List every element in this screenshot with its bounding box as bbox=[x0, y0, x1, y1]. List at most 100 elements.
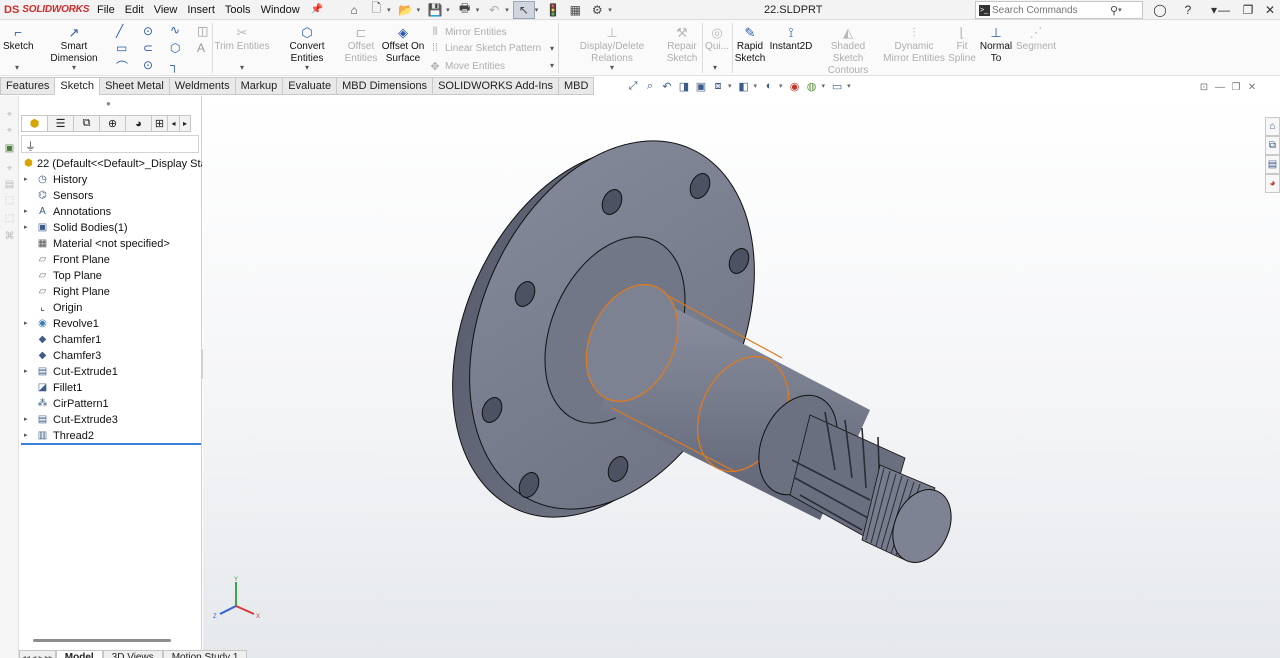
tree-filter-box[interactable]: ⏚ bbox=[21, 135, 199, 153]
viewport-restore-icon[interactable]: ❐ bbox=[1228, 82, 1244, 93]
strip-tool-icon[interactable]: ⌖ bbox=[3, 162, 16, 175]
tree-item-cut-extrude1[interactable]: ▸ ▤ Cut-Extrude1 bbox=[19, 364, 202, 380]
hide-show-items-icon[interactable]: ◐ bbox=[762, 79, 776, 93]
hide-show-dropdown-icon[interactable]: ▾ bbox=[779, 82, 783, 90]
close-icon[interactable]: ✕ bbox=[1258, 1, 1280, 19]
tab-mbd-dimensions[interactable]: MBD Dimensions bbox=[336, 77, 433, 95]
polygon-icon[interactable]: ⬡ bbox=[170, 41, 180, 55]
tree-item-thread2[interactable]: ▸ ▥ Thread2 bbox=[19, 428, 202, 444]
search-input[interactable] bbox=[992, 4, 1108, 16]
pattern-dropdown-icon[interactable]: ▾ bbox=[550, 44, 554, 53]
save-icon[interactable]: 💾 bbox=[424, 1, 446, 19]
convert-entities-button[interactable]: ⬡ Convert Entities bbox=[272, 22, 342, 65]
tab-solidworks-add-ins[interactable]: SOLIDWORKS Add-Ins bbox=[432, 77, 558, 95]
part-model-3d[interactable] bbox=[203, 96, 1280, 658]
segment-button[interactable]: ⋰ Segment bbox=[1015, 22, 1057, 53]
apply-scene-dropdown-icon[interactable]: ▾ bbox=[822, 82, 826, 90]
tab-evaluate[interactable]: Evaluate bbox=[282, 77, 337, 95]
strip-tool-icon[interactable]: ⌖ bbox=[3, 124, 16, 137]
smart-dimension-dropdown-icon[interactable]: ▾ bbox=[72, 63, 76, 72]
undo-dropdown-icon[interactable]: ▾ bbox=[505, 6, 509, 14]
tab-weldments[interactable]: Weldments bbox=[168, 77, 235, 95]
tree-item-history[interactable]: ▸ ◷ History bbox=[19, 172, 202, 188]
spline-icon[interactable]: ∿ bbox=[170, 23, 180, 37]
tree-item-cirpattern1[interactable]: ⁂ CirPattern1 bbox=[19, 396, 202, 412]
tree-item-cut-extrude3[interactable]: ▸ ▤ Cut-Extrude3 bbox=[19, 412, 202, 428]
menu-tools[interactable]: Tools bbox=[220, 4, 256, 16]
restore-icon[interactable]: ❐ bbox=[1236, 1, 1260, 19]
display-style-icon[interactable]: ◧ bbox=[737, 79, 751, 93]
options-icon[interactable]: ⚙ bbox=[586, 1, 608, 19]
new-dropdown-icon[interactable]: ▾ bbox=[387, 6, 391, 14]
strip-tool-icon[interactable]: ▣ bbox=[3, 142, 16, 155]
search-commands-box[interactable]: >_ ⚲ ▾ bbox=[975, 1, 1143, 19]
tree-item-revolve1[interactable]: ▸ ◉ Revolve1 bbox=[19, 316, 202, 332]
rebuild-icon[interactable]: 🚦 bbox=[542, 1, 564, 19]
sketch-dropdown-icon[interactable]: ▾ bbox=[15, 63, 19, 72]
tab-sketch[interactable]: Sketch bbox=[54, 77, 100, 95]
strip-tool-icon[interactable]: ⌖ bbox=[3, 108, 16, 121]
normal-to-button[interactable]: ⊥ Normal To bbox=[978, 22, 1014, 65]
expand-arrow-icon[interactable]: ▸ bbox=[24, 412, 28, 428]
centerline-icon[interactable]: ┐ bbox=[170, 58, 179, 72]
user-account-icon[interactable]: ◯ bbox=[1148, 1, 1172, 19]
menu-file[interactable]: File bbox=[92, 4, 120, 16]
smart-dimension-button[interactable]: ↗ Smart Dimension bbox=[37, 22, 111, 65]
dimxpert-manager-icon[interactable]: ⊕ bbox=[99, 115, 125, 132]
tree-item-front-plane[interactable]: ▱ Front Plane bbox=[19, 252, 202, 268]
trim-dropdown-icon[interactable]: ▾ bbox=[240, 63, 244, 72]
apply-scene-icon[interactable]: ◍ bbox=[805, 79, 819, 93]
options-dropdown-icon[interactable]: ▾ bbox=[608, 6, 612, 14]
edit-appearance-icon[interactable]: ◉ bbox=[788, 79, 802, 93]
relations-dropdown-icon[interactable]: ▾ bbox=[610, 63, 614, 72]
search-dropdown-icon[interactable]: ▾ bbox=[1118, 6, 1122, 14]
solidworks-logo[interactable]: DS SOLIDWORKS bbox=[0, 4, 92, 16]
strip-tool-icon[interactable]: ⬚ bbox=[3, 212, 16, 225]
shaded-sketch-contours-button[interactable]: ◭ Shaded Sketch Contours bbox=[816, 22, 880, 77]
view-orientation-dropdown-icon[interactable]: ▾ bbox=[728, 82, 732, 90]
featuremanager-tree-icon[interactable]: ⬢ bbox=[21, 115, 47, 132]
tree-item-right-plane[interactable]: ▱ Right Plane bbox=[19, 284, 202, 300]
search-icon[interactable]: ⚲ bbox=[1110, 4, 1118, 17]
tab-features[interactable]: Features bbox=[0, 77, 55, 95]
viewport-expand-icon[interactable]: ⊡ bbox=[1196, 82, 1212, 93]
display-style-dropdown-icon[interactable]: ▾ bbox=[754, 82, 758, 90]
zoom-to-area-icon[interactable]: ⌕ bbox=[643, 79, 657, 93]
select-dropdown-icon[interactable]: ▾ bbox=[535, 6, 539, 14]
undo-icon[interactable]: ↶ bbox=[483, 1, 505, 19]
circle-icon[interactable]: ⊙ bbox=[143, 24, 153, 38]
sketch-point-icon[interactable]: ⊙ bbox=[143, 58, 153, 72]
print-dropdown-icon[interactable]: ▾ bbox=[476, 6, 480, 14]
rectangle-icon[interactable]: ▭ bbox=[116, 41, 127, 55]
tab-model[interactable]: Model bbox=[55, 650, 103, 658]
convert-dropdown-icon[interactable]: ▾ bbox=[305, 63, 309, 72]
tabs-scroll-right-icon[interactable]: ▸ bbox=[179, 115, 191, 132]
instant2d-button[interactable]: ⟟ Instant2D bbox=[768, 22, 814, 53]
horizontal-scrollbar[interactable] bbox=[33, 639, 171, 642]
tree-item-chamfer1[interactable]: ◆ Chamfer1 bbox=[19, 332, 202, 348]
tree-item-sensors[interactable]: ⌬ Sensors bbox=[19, 188, 202, 204]
configuration-manager-icon[interactable]: ⧉ bbox=[73, 115, 99, 132]
mirror-entities-button[interactable]: ⫴ Mirror Entities bbox=[428, 26, 507, 39]
tree-item-top-plane[interactable]: ▱ Top Plane bbox=[19, 268, 202, 284]
menu-view[interactable]: View bbox=[149, 4, 183, 16]
threaded-end[interactable] bbox=[861, 464, 962, 572]
plane-sketch-icon[interactable]: ◫ bbox=[197, 24, 208, 38]
tab-mbd[interactable]: MBD bbox=[558, 77, 595, 95]
tree-item-origin[interactable]: ⌞ Origin bbox=[19, 300, 202, 316]
move-entities-button[interactable]: ✥ Move Entities bbox=[428, 60, 505, 73]
minimize-icon[interactable]: — bbox=[1212, 1, 1236, 19]
offset-entities-button[interactable]: ⊏ Offset Entities bbox=[344, 22, 378, 65]
expand-arrow-icon[interactable]: ▸ bbox=[24, 172, 28, 188]
view-settings-dropdown-icon[interactable]: ▾ bbox=[847, 82, 851, 90]
select-icon[interactable]: ↖ bbox=[512, 0, 535, 19]
offset-on-surface-button[interactable]: ◈ Offset On Surface bbox=[380, 22, 426, 65]
quick-snaps-dropdown-icon[interactable]: ▾ bbox=[713, 63, 717, 72]
linear-sketch-pattern-button[interactable]: ⁞⁞ Linear Sketch Pattern bbox=[428, 42, 541, 54]
bottom-tabs-nav-icon[interactable]: ◂◂ ◂ ▸ ▸▸ bbox=[19, 650, 56, 658]
viewport-close-icon[interactable]: ✕ bbox=[1244, 82, 1260, 93]
tab-3d-views[interactable]: 3D Views bbox=[102, 650, 163, 658]
tabs-scroll-left-icon[interactable]: ◂ bbox=[167, 115, 179, 132]
tab-motion-study-1[interactable]: Motion Study 1 bbox=[162, 650, 248, 658]
sketch-fillet-icon[interactable]: ⌒ bbox=[116, 58, 128, 75]
